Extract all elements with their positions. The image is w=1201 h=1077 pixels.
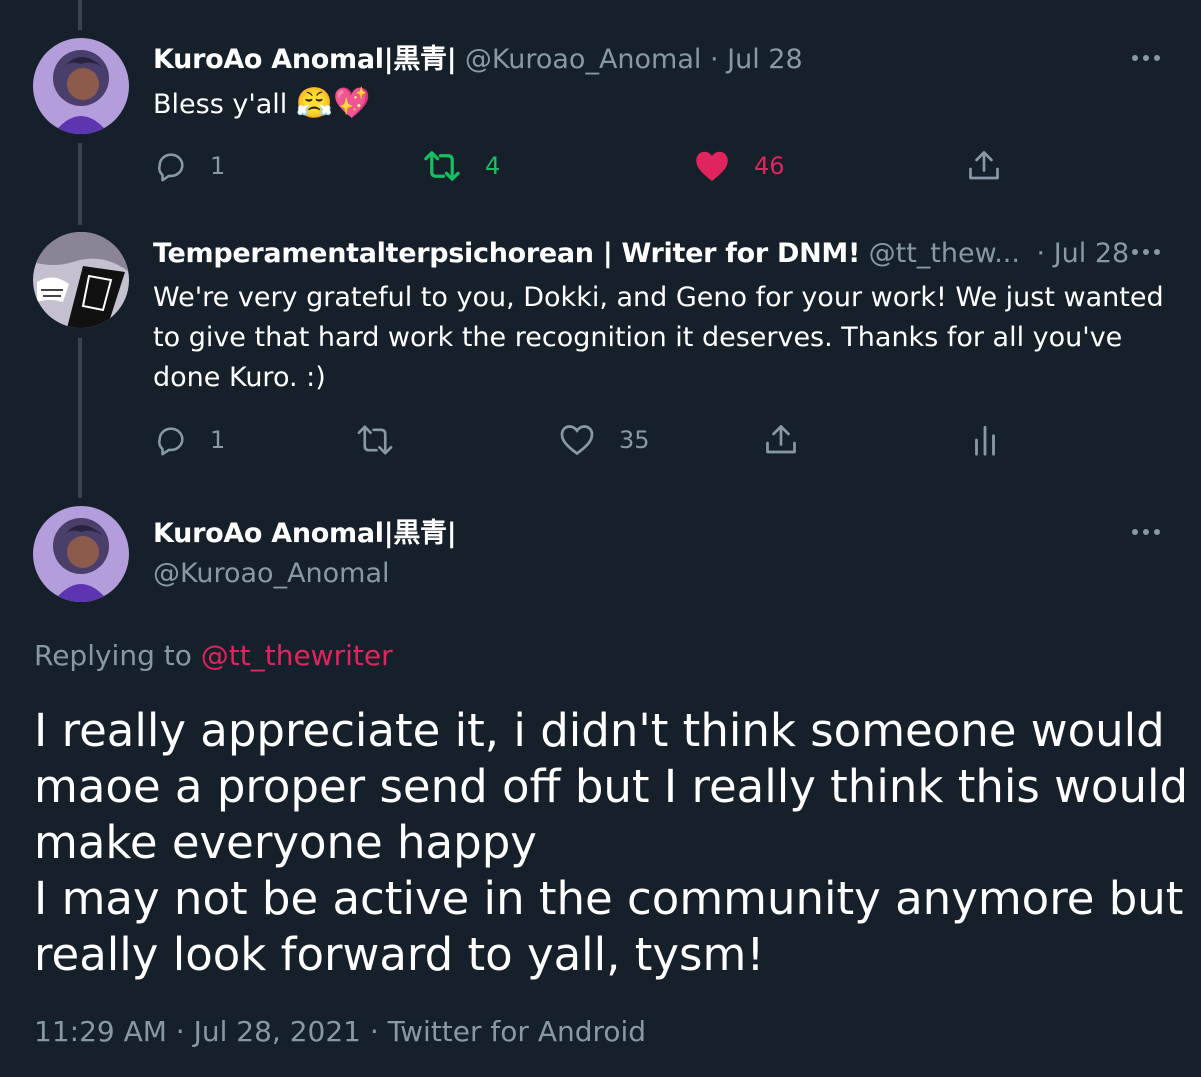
mention-link[interactable]: @tt_thewriter bbox=[201, 639, 393, 672]
thread-line-lower bbox=[78, 338, 82, 498]
reply-count: 1 bbox=[210, 426, 226, 454]
like-count: 35 bbox=[619, 426, 650, 454]
replying-to: Replying to @tt_thewriter bbox=[34, 636, 393, 676]
main-tweet-name: KuroAo Anomal|黒青| bbox=[153, 516, 457, 552]
user-handle[interactable]: @tt_thew... bbox=[869, 238, 1020, 269]
more-icon[interactable] bbox=[1128, 522, 1168, 542]
tweet-text-body: Bless y'all bbox=[153, 89, 288, 120]
share-icon bbox=[969, 151, 999, 180]
tweet-timestamp[interactable]: 11:29 AM · Jul 28, 2021 · Twitter for An… bbox=[34, 1012, 646, 1052]
tweet-text-line: maoe a proper send off but I really thin… bbox=[34, 760, 1189, 813]
tweet-text-line: I really appreciate it, i didn't think s… bbox=[34, 704, 1165, 757]
display-name[interactable]: KuroAo Anomal|黒青| bbox=[153, 44, 457, 75]
retweet-icon bbox=[357, 425, 393, 455]
like-button[interactable]: 35 bbox=[559, 420, 650, 460]
tweet-date[interactable]: · Jul 28 bbox=[710, 44, 803, 75]
tweet-text-line: to give that hard work the recognition i… bbox=[153, 322, 1123, 353]
retweet-button[interactable] bbox=[356, 420, 394, 460]
tweet-text-line: We're very grateful to you, Dokki, and G… bbox=[153, 282, 1164, 313]
heart-icon bbox=[560, 425, 594, 456]
more-icon[interactable] bbox=[1128, 48, 1168, 68]
main-tweet-text: I really appreciate it, i didn't think s… bbox=[34, 703, 1201, 983]
tweet-date[interactable]: · Jul 28 bbox=[1037, 238, 1130, 269]
avatar[interactable] bbox=[33, 38, 129, 134]
user-handle[interactable]: @Kuroao_Anomal bbox=[153, 558, 390, 589]
tweet-text-line: really look forward to yall, tysm! bbox=[34, 928, 765, 981]
reply-button[interactable]: 1 bbox=[154, 420, 225, 460]
thread-line-top bbox=[78, 0, 82, 30]
analytics-button[interactable] bbox=[968, 420, 1002, 460]
retweet-icon bbox=[424, 151, 460, 181]
display-name[interactable]: Temperamentalterpsichorean | Writer for … bbox=[153, 238, 860, 269]
avatar[interactable] bbox=[33, 506, 129, 602]
tweet-text: We're very grateful to you, Dokki, and G… bbox=[153, 278, 1173, 398]
thread-line-middle bbox=[78, 143, 82, 225]
analytics-icon bbox=[975, 425, 995, 456]
like-count: 46 bbox=[754, 152, 785, 180]
reply-button[interactable]: 1 bbox=[154, 146, 225, 186]
tweet-header: KuroAo Anomal|黒青| @Kuroao_Anomal · Jul 2… bbox=[153, 42, 803, 78]
avatar[interactable] bbox=[33, 232, 129, 328]
reply-count: 1 bbox=[210, 152, 226, 180]
reply-icon bbox=[158, 427, 184, 456]
tweet-text-line: done Kuro. :) bbox=[153, 362, 326, 393]
share-button[interactable] bbox=[966, 146, 1002, 186]
tweet-emoji: 😤💖 bbox=[295, 86, 371, 121]
retweet-button[interactable]: 4 bbox=[423, 146, 500, 186]
share-button[interactable] bbox=[763, 420, 799, 460]
heart-icon bbox=[696, 151, 728, 181]
tweet-text-line: make everyone happy bbox=[34, 816, 537, 869]
tweet-text: Bless y'all 😤💖 bbox=[153, 84, 371, 125]
main-tweet-handle: @Kuroao_Anomal bbox=[153, 556, 390, 592]
display-name[interactable]: KuroAo Anomal|黒青| bbox=[153, 518, 457, 549]
like-button[interactable]: 46 bbox=[694, 146, 785, 186]
replying-prefix: Replying to bbox=[34, 639, 192, 672]
tweet-header: Temperamentalterpsichorean | Writer for … bbox=[153, 236, 1129, 272]
reply-icon bbox=[158, 153, 184, 182]
more-icon[interactable] bbox=[1128, 242, 1168, 262]
user-handle[interactable]: @Kuroao_Anomal bbox=[465, 44, 702, 75]
share-icon bbox=[766, 425, 796, 454]
tweet-text-line: I may not be active in the community any… bbox=[34, 872, 1201, 925]
retweet-count: 4 bbox=[485, 152, 501, 180]
